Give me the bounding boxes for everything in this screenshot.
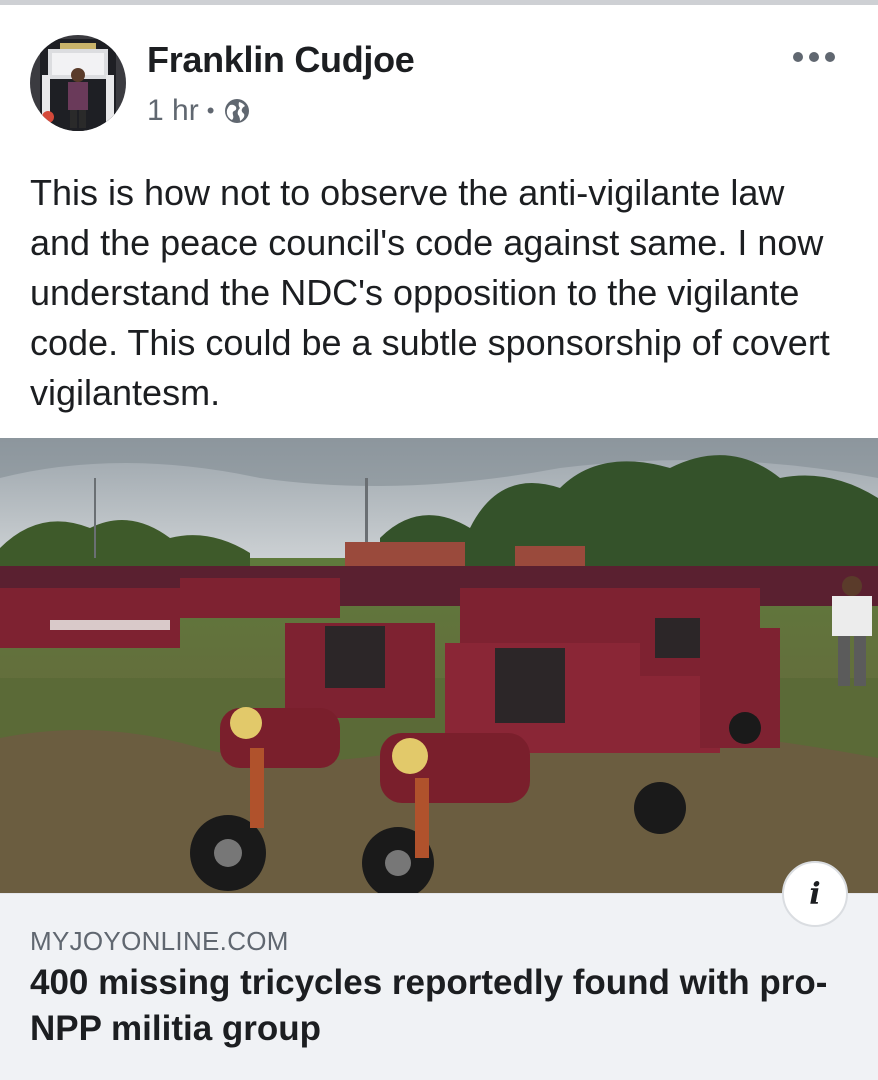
author-avatar[interactable]	[30, 35, 126, 131]
meta-separator: •	[206, 98, 215, 123]
link-preview-image[interactable]	[0, 438, 878, 893]
info-button[interactable]: i	[782, 861, 848, 927]
globe-icon	[222, 96, 252, 126]
link-preview-card[interactable]: i MYJOYONLINE.COM 400 missing tricycles …	[0, 438, 878, 1080]
more-dot	[825, 52, 835, 62]
post-meta: 1 hr •	[147, 91, 252, 131]
link-domain: MYJOYONLINE.COM	[30, 926, 289, 956]
more-horizontal-icon	[793, 52, 803, 62]
post-text: This is how not to observe the anti-vigi…	[30, 172, 830, 413]
more-options-button[interactable]	[790, 39, 838, 75]
author-name[interactable]: Franklin Cudjoe	[147, 39, 415, 81]
link-headline[interactable]: 400 missing tricycles reportedly found w…	[30, 960, 830, 1052]
more-dot	[809, 52, 819, 62]
link-preview-footer[interactable]: MYJOYONLINE.COM 400 missing tricycles re…	[0, 893, 878, 1080]
post-header: Franklin Cudjoe 1 hr •	[0, 5, 878, 145]
post-timestamp[interactable]: 1 hr	[147, 94, 199, 128]
